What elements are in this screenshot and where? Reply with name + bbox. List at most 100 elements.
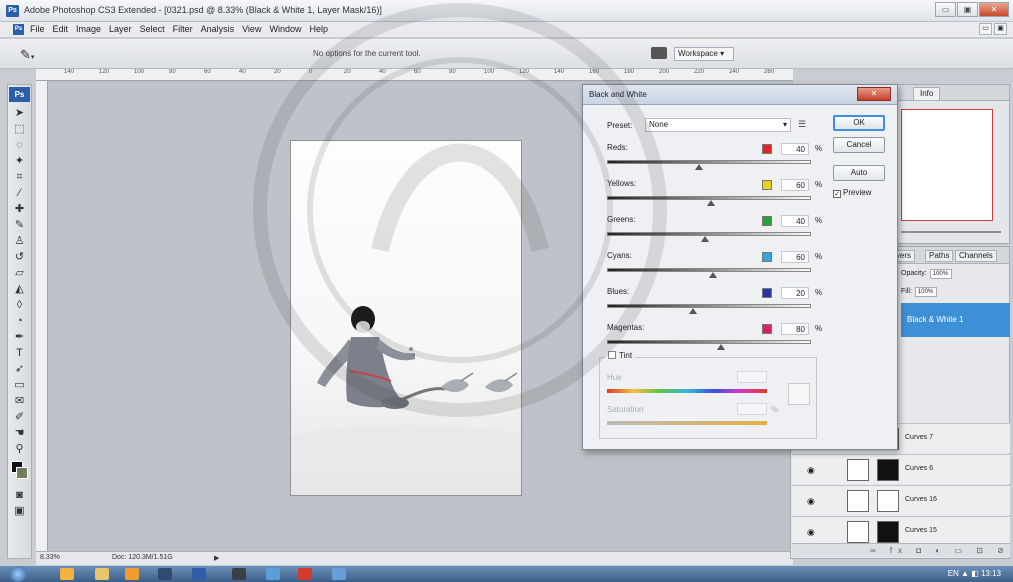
channel-slider-track[interactable]: [607, 340, 811, 344]
channel-value-field[interactable]: 60: [781, 179, 809, 191]
ps-badge-icon[interactable]: Ps: [9, 87, 30, 102]
layer-mask-thumbnail[interactable]: [877, 490, 899, 512]
hue-field[interactable]: [737, 371, 767, 383]
channel-slider-thumb[interactable]: [700, 236, 709, 242]
layer-mask-thumbnail[interactable]: [877, 459, 899, 481]
healing-brush-tool-icon[interactable]: ✚: [8, 201, 31, 217]
menu-analysis[interactable]: Analysis: [201, 24, 235, 34]
slice-tool-icon[interactable]: ∕: [8, 185, 31, 201]
workspace-icon[interactable]: [651, 47, 667, 59]
maximize-button[interactable]: ▣: [957, 2, 978, 17]
layer-row[interactable]: ◉ Curves 16: [792, 485, 1010, 515]
type-tool-icon[interactable]: T: [8, 345, 31, 361]
fill-field[interactable]: 100%: [914, 287, 937, 297]
zoom-tool-icon[interactable]: ⚲: [8, 441, 31, 457]
menu-view[interactable]: View: [242, 24, 261, 34]
brush-tool-icon[interactable]: ✎: [8, 217, 31, 233]
photoshop-taskbar-icon[interactable]: [192, 568, 206, 580]
preset-options-icon[interactable]: ☰: [798, 119, 806, 130]
channel-value-field[interactable]: 60: [781, 251, 809, 263]
media-taskbar-icon[interactable]: [125, 568, 139, 580]
history-brush-tool-icon[interactable]: ↺: [8, 249, 31, 265]
menu-file[interactable]: File: [30, 24, 45, 34]
menu-filter[interactable]: Filter: [173, 24, 193, 34]
eyedropper-tool-icon[interactable]: ✐: [8, 409, 31, 425]
fill-control[interactable]: Fill: 100%: [901, 287, 937, 297]
workspace-dropdown[interactable]: Workspace ▾: [674, 47, 734, 61]
preview-checkbox[interactable]: ✓ Preview: [833, 188, 871, 198]
cancel-button[interactable]: Cancel: [833, 137, 885, 153]
close-button[interactable]: ✕: [979, 2, 1009, 17]
status-arrow-icon[interactable]: ▶: [214, 554, 219, 562]
visibility-eye-icon[interactable]: ◉: [807, 527, 815, 538]
channel-slider-track[interactable]: [607, 232, 811, 236]
app-menu-icon[interactable]: Ps: [13, 24, 24, 35]
visibility-eye-icon[interactable]: ◉: [807, 496, 815, 507]
channel-slider-thumb[interactable]: [688, 308, 697, 314]
doc-minimize-button[interactable]: ▭: [979, 23, 992, 35]
bridge-taskbar-icon[interactable]: [232, 568, 246, 580]
crop-tool-icon[interactable]: ⌗: [8, 169, 31, 185]
channel-value-field[interactable]: 20: [781, 287, 809, 299]
ok-button[interactable]: OK: [833, 115, 885, 131]
channel-slider-thumb[interactable]: [709, 272, 718, 278]
channel-value-field[interactable]: 80: [781, 323, 809, 335]
hue-spectrum-slider[interactable]: [607, 389, 767, 393]
saturation-slider[interactable]: [607, 421, 767, 425]
opacity-control[interactable]: Opacity: 100%: [901, 269, 952, 279]
channel-slider-thumb[interactable]: [694, 164, 703, 170]
app-taskbar-icon[interactable]: [158, 568, 172, 580]
notes-tool-icon[interactable]: ✉: [8, 393, 31, 409]
shape-tool-icon[interactable]: ▭: [8, 377, 31, 393]
start-button-icon[interactable]: [10, 566, 26, 582]
menu-help[interactable]: Help: [309, 24, 328, 34]
channel-slider-track[interactable]: [607, 304, 811, 308]
zoom-level[interactable]: 8.33%: [40, 554, 60, 561]
menu-select[interactable]: Select: [140, 24, 165, 34]
eyedropper-icon[interactable]: ✎▾: [20, 47, 34, 63]
dialog-close-button[interactable]: ✕: [857, 87, 891, 101]
saturation-field[interactable]: [737, 403, 767, 415]
tab-paths[interactable]: Paths: [925, 250, 954, 262]
marquee-tool-icon[interactable]: ⬚: [8, 121, 31, 137]
layers-footer-icons[interactable]: ∞ fx ◘ ◐ ▭ ⊡ ⊘: [792, 543, 1010, 557]
channel-value-field[interactable]: 40: [781, 215, 809, 227]
magic-wand-tool-icon[interactable]: ✦: [8, 153, 31, 169]
minimize-button[interactable]: ▭: [935, 2, 956, 17]
channel-slider-thumb[interactable]: [717, 344, 726, 350]
screen-mode-icon[interactable]: ▣: [8, 503, 31, 519]
selected-layer[interactable]: Black & White 1: [901, 303, 1010, 337]
preview-check-icon[interactable]: ✓: [833, 190, 841, 198]
move-tool-icon[interactable]: ➤: [8, 105, 31, 121]
quick-mask-icon[interactable]: ◙: [8, 487, 31, 503]
channel-value-field[interactable]: 40: [781, 143, 809, 155]
auto-button[interactable]: Auto: [833, 165, 885, 181]
tint-color-swatch[interactable]: [788, 383, 810, 405]
channel-slider-track[interactable]: [607, 160, 811, 164]
opacity-field[interactable]: 100%: [929, 269, 952, 279]
pen-tool-icon[interactable]: ✒: [8, 329, 31, 345]
layer-mask-thumbnail[interactable]: [877, 521, 899, 543]
eraser-tool-icon[interactable]: ▱: [8, 265, 31, 281]
preset-dropdown[interactable]: None: [645, 118, 791, 132]
layer-row[interactable]: ◉ Curves 15: [792, 516, 1010, 546]
folder-taskbar-icon[interactable]: [332, 568, 346, 580]
blur-tool-icon[interactable]: ◊: [8, 297, 31, 313]
messenger-taskbar-icon[interactable]: [266, 568, 280, 580]
system-tray[interactable]: EN ▲ ◧ 13:13: [948, 569, 1001, 578]
explorer-taskbar-icon[interactable]: [95, 568, 109, 580]
menu-window[interactable]: Window: [269, 24, 301, 34]
navigator-thumbnail[interactable]: [901, 109, 993, 221]
menu-image[interactable]: Image: [76, 24, 101, 34]
background-color-swatch[interactable]: [16, 467, 28, 479]
document-canvas[interactable]: [290, 140, 522, 496]
tab-info[interactable]: Info: [913, 87, 941, 100]
tab-channels[interactable]: Channels: [955, 250, 997, 262]
menu-edit[interactable]: Edit: [53, 24, 69, 34]
navigator-zoom-slider[interactable]: [901, 231, 1001, 233]
visibility-eye-icon[interactable]: ◉: [807, 465, 815, 476]
ie-taskbar-icon[interactable]: [60, 568, 74, 580]
dodge-tool-icon[interactable]: ◔: [8, 313, 31, 329]
layer-row[interactable]: ◉ Curves 6: [792, 454, 1010, 484]
tint-check-icon[interactable]: [608, 351, 616, 359]
